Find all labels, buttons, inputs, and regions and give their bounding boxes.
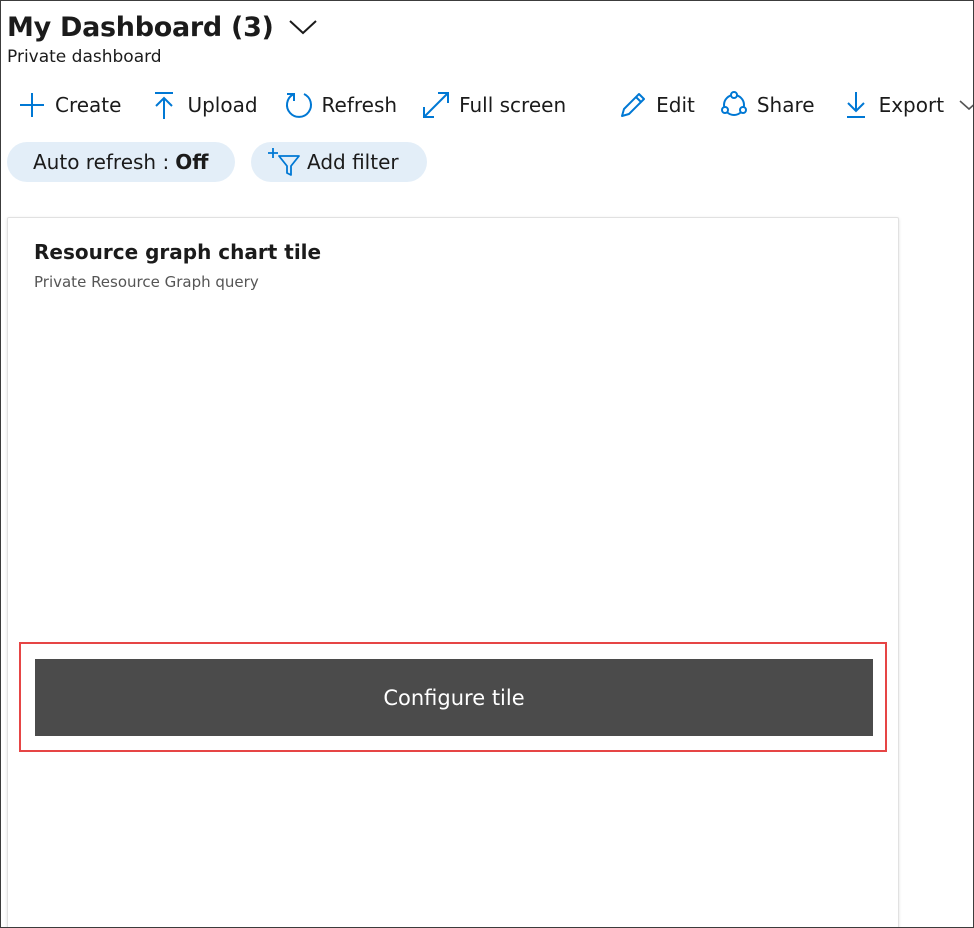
- refresh-label: Refresh: [321, 93, 398, 117]
- fullscreen-button[interactable]: Full screen: [421, 85, 566, 125]
- export-button[interactable]: Export: [841, 85, 973, 125]
- configure-tile-button[interactable]: Configure tile: [35, 659, 873, 736]
- page-subtitle: Private dashboard: [7, 47, 162, 67]
- edit-button[interactable]: Edit: [618, 85, 695, 125]
- share-icon: [719, 90, 749, 120]
- upload-label: Upload: [187, 93, 258, 117]
- chevron-down-icon[interactable]: [288, 17, 318, 37]
- refresh-icon: [284, 90, 314, 120]
- upload-button[interactable]: Upload: [149, 85, 258, 125]
- command-bar: Create Upload Refresh Full screen Edit S…: [1, 85, 973, 125]
- tile-title: Resource graph chart tile: [34, 240, 322, 264]
- add-filter-button[interactable]: Add filter: [251, 142, 427, 182]
- refresh-button[interactable]: Refresh: [284, 85, 398, 125]
- plus-icon: [17, 90, 47, 120]
- share-label: Share: [756, 93, 815, 117]
- edit-label: Edit: [656, 93, 695, 117]
- page-title: My Dashboard (3): [7, 11, 274, 43]
- resource-graph-tile: Resource graph chart tile Private Resour…: [7, 217, 899, 927]
- title-row: My Dashboard (3): [7, 7, 318, 47]
- pencil-icon: [618, 90, 648, 120]
- share-button[interactable]: Share: [719, 85, 815, 125]
- chevron-down-icon[interactable]: [954, 90, 973, 120]
- auto-refresh-pill[interactable]: Auto refresh : Off: [7, 142, 235, 182]
- auto-refresh-label: Auto refresh :: [33, 150, 170, 174]
- fullscreen-label: Full screen: [459, 93, 567, 117]
- auto-refresh-value: Off: [175, 150, 209, 174]
- create-label: Create: [55, 93, 122, 117]
- tile-subtitle: Private Resource Graph query: [34, 273, 259, 291]
- download-icon: [841, 90, 871, 120]
- add-filter-icon: [267, 147, 301, 177]
- dashboard-frame: My Dashboard (3) Private dashboard Creat…: [0, 0, 974, 928]
- fullscreen-icon: [421, 90, 451, 120]
- upload-icon: [149, 90, 179, 120]
- export-label: Export: [878, 93, 945, 117]
- add-filter-label: Add filter: [307, 150, 399, 174]
- create-button[interactable]: Create: [17, 85, 121, 125]
